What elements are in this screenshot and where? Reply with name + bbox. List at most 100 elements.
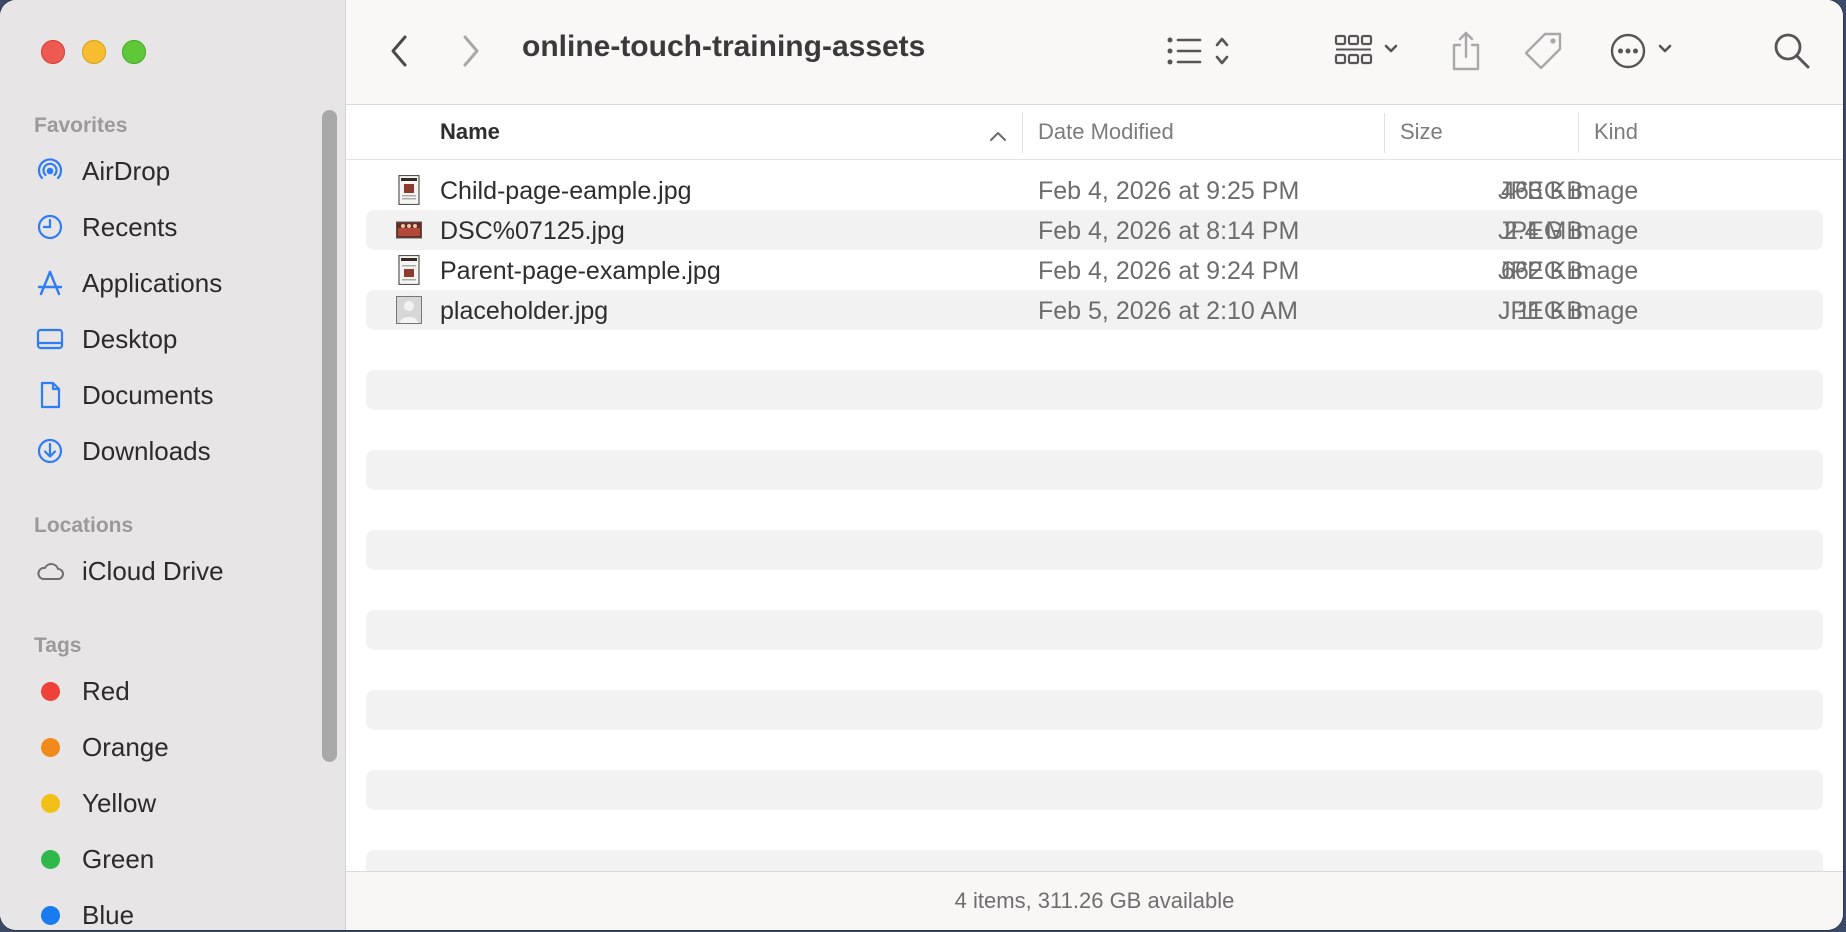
desktop-icon — [34, 323, 66, 355]
sidebar-item-label: Green — [82, 843, 155, 874]
file-name: placeholder.jpg — [440, 297, 609, 325]
empty-row-stripe — [366, 770, 1823, 810]
column-date-modified[interactable]: Date Modified — [1038, 119, 1174, 145]
portrait-thumbnail-icon — [398, 255, 420, 285]
cloud-icon — [34, 555, 66, 587]
search-icon — [1774, 33, 1810, 69]
chevron-left-icon — [391, 35, 407, 67]
clock-icon — [34, 211, 66, 243]
applications-icon — [34, 267, 66, 299]
sidebar-item-documents[interactable]: Documents — [34, 374, 314, 416]
minimize-window-button[interactable] — [82, 40, 106, 64]
sidebar-item-recents[interactable]: Recents — [34, 206, 314, 248]
file-kind: JPEG image — [1498, 217, 1639, 245]
column-name[interactable]: Name — [440, 119, 500, 145]
airdrop-icon — [34, 155, 66, 187]
search-button[interactable] — [1770, 28, 1814, 74]
zoom-window-button[interactable] — [122, 40, 146, 64]
blue-tag-dot-icon — [41, 905, 60, 925]
sidebar-tag-yellow[interactable]: Yellow — [34, 782, 314, 824]
orange-tag-dot-icon — [41, 737, 60, 757]
sidebar-item-icloud-drive[interactable]: iCloud Drive — [34, 550, 314, 592]
sidebar-tag-red[interactable]: Red — [34, 670, 314, 712]
share-icon — [1452, 31, 1480, 71]
group-by-button[interactable] — [1334, 30, 1406, 72]
sidebar-item-label: Applications — [82, 267, 223, 298]
sidebar-item-desktop[interactable]: Desktop — [34, 318, 314, 360]
file-date-modified: Feb 4, 2026 at 9:25 PM — [1038, 177, 1300, 205]
table-row[interactable]: DSC%07125.jpg Feb 4, 2026 at 8:14 PM 2.4… — [366, 210, 1823, 250]
tag-button[interactable] — [1522, 28, 1566, 74]
grid-view-icon — [1334, 34, 1398, 65]
sidebar-item-downloads[interactable]: Downloads — [34, 430, 314, 472]
back-button[interactable] — [384, 32, 414, 70]
locations-heading: Locations — [34, 514, 134, 537]
portrait-thumbnail-icon — [398, 175, 420, 205]
sidebar-item-label: Documents — [82, 379, 214, 410]
sidebar-item-airdrop[interactable]: AirDrop — [34, 150, 314, 192]
sidebar-scrollbar[interactable] — [322, 110, 337, 762]
favorites-heading: Favorites — [34, 114, 128, 137]
red-tag-dot-icon — [41, 681, 60, 701]
file-kind: JPEG image — [1498, 177, 1639, 205]
empty-row-stripe — [366, 370, 1823, 410]
tag-icon — [1524, 32, 1562, 70]
tags-heading: Tags — [34, 634, 82, 657]
empty-row-stripe — [366, 690, 1823, 730]
download-icon — [34, 435, 66, 467]
forward-button[interactable] — [456, 32, 486, 70]
close-window-button[interactable] — [41, 40, 65, 64]
file-kind: JPEG image — [1498, 297, 1639, 325]
file-list: Child-page-eample.jpg Feb 4, 2026 at 9:2… — [346, 160, 1843, 872]
column-divider[interactable] — [1578, 113, 1579, 153]
sidebar-item-label: AirDrop — [82, 155, 171, 186]
sidebar-item-label: Recents — [82, 211, 178, 242]
column-divider[interactable] — [1022, 113, 1023, 153]
status-bar: 4 items, 311.26 GB available — [346, 871, 1843, 930]
column-kind[interactable]: Kind — [1594, 119, 1638, 145]
file-date-modified: Feb 4, 2026 at 9:24 PM — [1038, 257, 1300, 285]
table-row[interactable]: Child-page-eample.jpg Feb 4, 2026 at 9:2… — [366, 170, 1823, 210]
sidebar-item-label: Yellow — [82, 787, 157, 818]
table-row[interactable]: Parent-page-example.jpg Feb 4, 2026 at 9… — [366, 250, 1823, 290]
more-actions-button[interactable] — [1608, 28, 1684, 74]
file-name: Child-page-eample.jpg — [440, 177, 692, 205]
sidebar-item-label: Downloads — [82, 435, 211, 466]
sidebar-item-applications[interactable]: Applications — [34, 262, 314, 304]
file-kind: JPEG image — [1498, 257, 1639, 285]
file-date-modified: Feb 5, 2026 at 2:10 AM — [1038, 297, 1298, 325]
chevron-right-icon — [463, 35, 479, 67]
sidebar: Favorites AirDrop Recents Applications D… — [0, 0, 346, 930]
empty-row-stripe — [366, 530, 1823, 570]
column-divider[interactable] — [1384, 113, 1385, 153]
share-button[interactable] — [1446, 28, 1486, 74]
empty-row-stripe — [366, 610, 1823, 650]
sidebar-item-label: Red — [82, 675, 130, 706]
file-date-modified: Feb 4, 2026 at 8:14 PM — [1038, 217, 1300, 245]
view-options-button[interactable] — [1166, 30, 1238, 72]
empty-row-stripe — [366, 850, 1823, 872]
sidebar-tag-green[interactable]: Green — [34, 838, 314, 880]
sidebar-item-label: Orange — [82, 731, 169, 762]
yellow-tag-dot-icon — [41, 793, 60, 813]
toolbar: online-touch-training-assets — [346, 0, 1843, 105]
file-name: Parent-page-example.jpg — [440, 257, 721, 285]
sort-ascending-icon[interactable] — [988, 123, 1008, 149]
sidebar-item-label: iCloud Drive — [82, 555, 224, 586]
green-tag-dot-icon — [41, 849, 60, 869]
sidebar-tag-orange[interactable]: Orange — [34, 726, 314, 768]
list-view-icon — [1167, 37, 1229, 65]
sidebar-item-label: Desktop — [82, 323, 178, 354]
ellipsis-circle-icon — [1610, 33, 1672, 69]
finder-window: Favorites AirDrop Recents Applications D… — [0, 0, 1843, 930]
window-title: online-touch-training-assets — [522, 30, 926, 63]
column-size[interactable]: Size — [1400, 119, 1443, 145]
document-icon — [34, 379, 66, 411]
sidebar-item-label: Blue — [82, 899, 135, 930]
column-header: Name Date Modified Size Kind — [346, 105, 1843, 160]
sidebar-tag-blue[interactable]: Blue — [34, 894, 314, 930]
empty-row-stripe — [366, 450, 1823, 490]
file-name: DSC%07125.jpg — [440, 217, 625, 245]
status-text: 4 items, 311.26 GB available — [954, 888, 1235, 913]
table-row[interactable]: placeholder.jpg Feb 5, 2026 at 2:10 AM 1… — [366, 290, 1823, 330]
